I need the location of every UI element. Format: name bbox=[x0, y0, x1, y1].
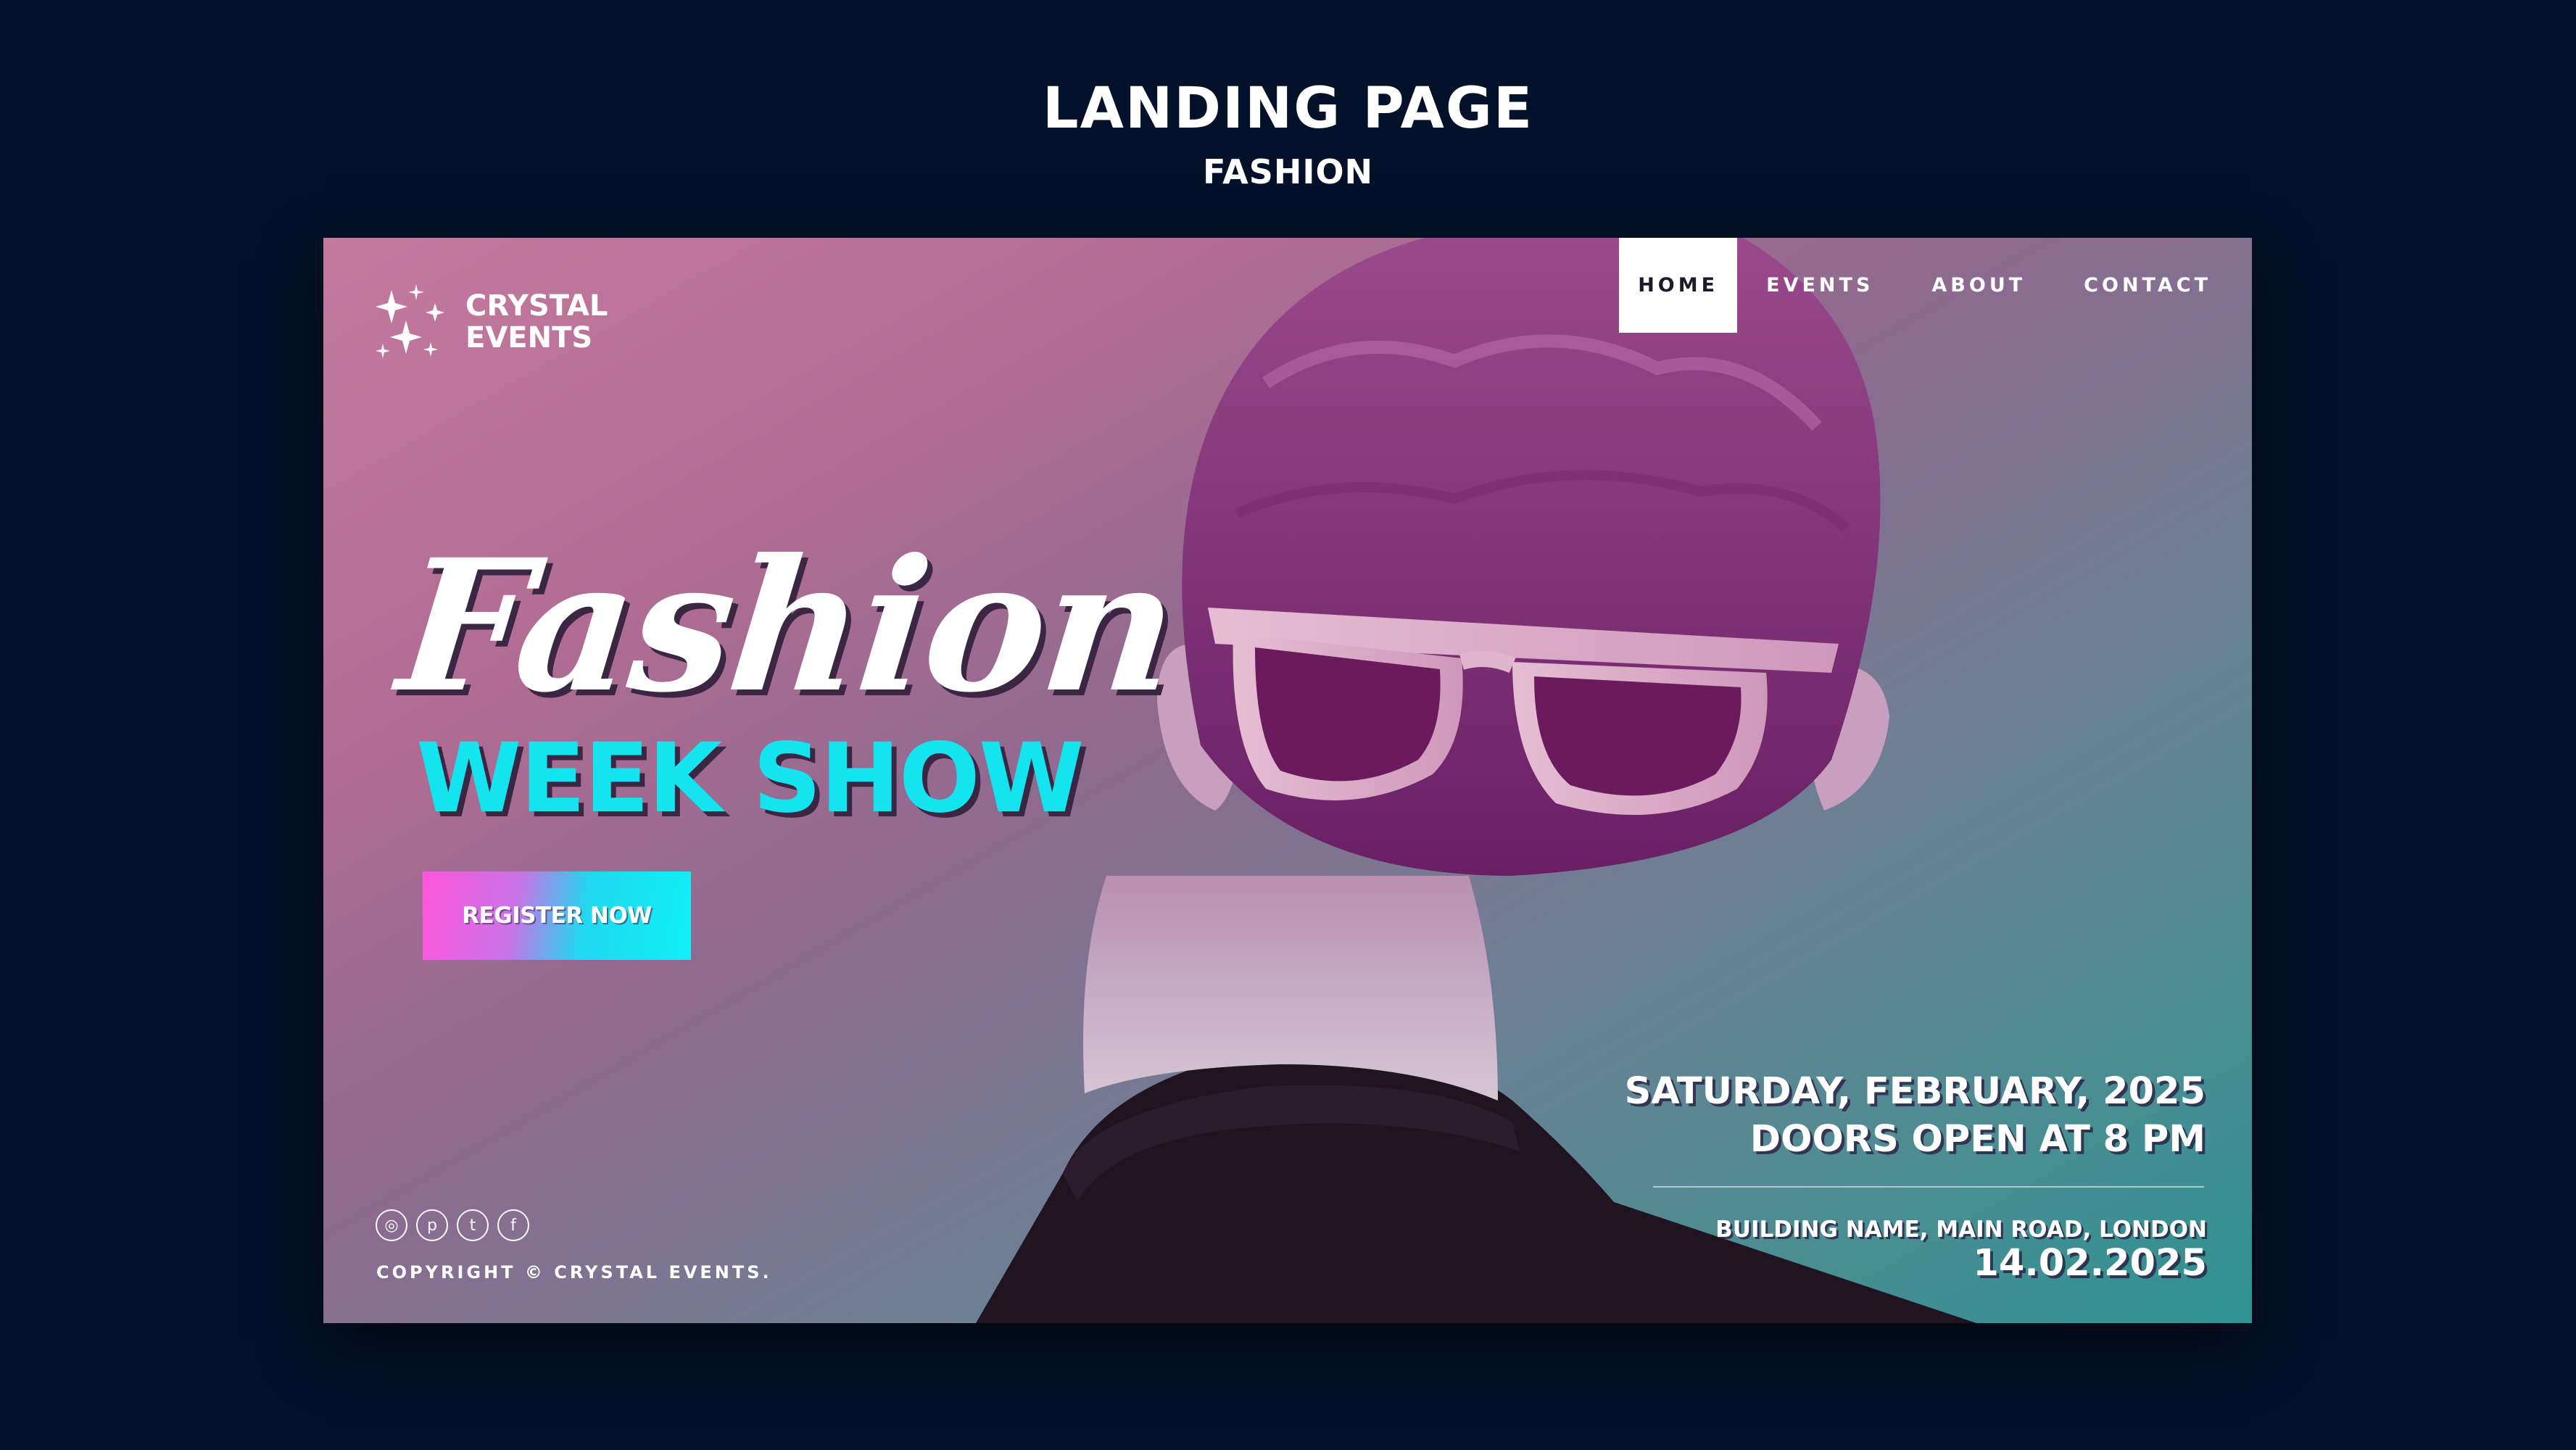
event-divider bbox=[1653, 1186, 2204, 1188]
facebook-icon[interactable]: f bbox=[497, 1209, 529, 1241]
main-nav: HOME EVENTS ABOUT CONTACT bbox=[1619, 238, 2252, 333]
page-subheading: FASHION bbox=[1202, 152, 1374, 191]
event-info: SATURDAY, FEBRUARY, 2025 DOORS OPEN AT 8… bbox=[1625, 1068, 2206, 1164]
tumblr-icon[interactable]: t bbox=[457, 1209, 489, 1241]
event-date: SATURDAY, FEBRUARY, 2025 bbox=[1624, 1070, 2206, 1113]
hero-banner: CRYSTAL EVENTS HOME EVENTS ABOUT CONTACT… bbox=[323, 238, 2252, 1323]
nav-item-about[interactable]: ABOUT bbox=[1902, 238, 2055, 333]
sparkles-icon bbox=[376, 284, 444, 358]
nav-item-events[interactable]: EVENTS bbox=[1737, 238, 1902, 333]
brand-name-line2: EVENTS bbox=[465, 321, 593, 355]
nav-item-contact[interactable]: CONTACT bbox=[2055, 238, 2252, 333]
instagram-icon[interactable]: ◎ bbox=[376, 1209, 407, 1241]
hero-script-title: Fashion bbox=[390, 519, 1185, 732]
pinterest-icon[interactable]: p bbox=[416, 1209, 448, 1241]
register-button[interactable]: REGISTER NOW bbox=[423, 871, 691, 960]
page-heading: LANDING PAGE bbox=[1042, 76, 1534, 141]
nav-item-home[interactable]: HOME bbox=[1619, 238, 1738, 333]
event-address: BUILDING NAME, MAIN ROAD, LONDON bbox=[1715, 1217, 2207, 1243]
brand-logo[interactable]: CRYSTAL EVENTS bbox=[376, 284, 637, 364]
hero-title: WEEK SHOW bbox=[416, 723, 1085, 834]
social-links: ◎ p t f bbox=[376, 1209, 529, 1241]
brand-name-line1: CRYSTAL bbox=[465, 289, 608, 323]
copyright-text: COPYRIGHT © CRYSTAL EVENTS. bbox=[376, 1262, 772, 1283]
event-short-date: 14.02.2025 bbox=[1973, 1242, 2207, 1285]
event-doors: DOORS OPEN AT 8 PM bbox=[1749, 1118, 2206, 1161]
